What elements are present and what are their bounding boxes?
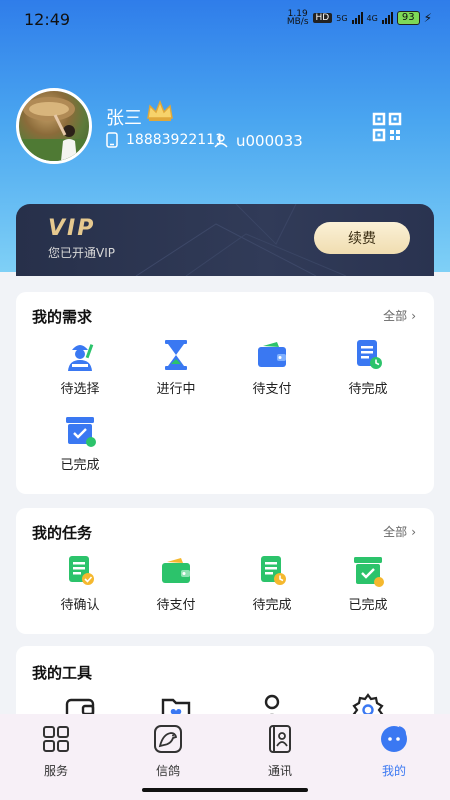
task-item-label: 待支付 — [156, 598, 196, 613]
demand-item-in-progress[interactable]: 进行中 — [124, 338, 228, 397]
phone-number: 18883922111 — [126, 132, 224, 148]
wallet-icon — [255, 338, 289, 372]
document-clock-icon — [351, 338, 385, 372]
demands-view-all-label: 全部 — [383, 309, 408, 323]
signal-4g-label: 4G — [366, 13, 378, 23]
user-icon — [214, 134, 228, 148]
tools-title: 我的工具 — [32, 664, 93, 682]
demand-item-label: 进行中 — [156, 382, 196, 397]
status-indicators: 1.19 MB/s HD 5G 4G 93 ⚡ — [286, 10, 432, 27]
demand-item-pending-pay[interactable]: 待支付 — [220, 338, 324, 397]
status-time: 12:49 — [24, 10, 71, 29]
task-item-pending-pay[interactable]: 待支付 — [124, 554, 228, 613]
tasks-view-all[interactable]: 全部 › — [383, 523, 416, 540]
demand-item-label: 已完成 — [60, 458, 100, 473]
contacts-icon — [269, 725, 291, 753]
user-id: u000033 — [236, 132, 303, 150]
tab-label: 通讯 — [267, 764, 292, 778]
signal-5g-label: 5G — [336, 13, 348, 23]
task-item-label: 已完成 — [348, 598, 388, 613]
demands-title: 我的需求 — [32, 308, 93, 326]
profile-bubble-icon — [381, 726, 407, 752]
chevron-right-icon: › — [411, 524, 416, 539]
tab-contacts[interactable]: 通讯 — [240, 724, 320, 779]
status-bar: 12:49 1.19 MB/s HD 5G 4G 93 ⚡ — [0, 0, 450, 40]
demand-item-pending-complete[interactable]: 待完成 — [316, 338, 420, 397]
task-item-completed[interactable]: 已完成 — [316, 554, 420, 613]
wallet-icon — [159, 554, 193, 588]
phone-row: 18883922111 — [106, 132, 224, 148]
phone-icon — [106, 132, 118, 148]
crown-icon — [146, 99, 174, 126]
tab-pigeon[interactable]: 信鸽 — [128, 724, 208, 779]
vip-card: VIP 您已开通VIP 续费 — [16, 204, 434, 276]
document-check-icon — [63, 554, 97, 588]
user-name: 张三 — [106, 108, 142, 129]
net-speed-unit: MB/s — [286, 17, 309, 27]
tasks-view-all-label: 全部 — [383, 525, 408, 539]
worker-icon — [63, 338, 97, 372]
home-indicator — [142, 788, 308, 792]
uid-row: u000033 — [214, 132, 303, 150]
demands-view-all[interactable]: 全部 › — [383, 307, 416, 324]
qr-code-icon[interactable] — [372, 112, 402, 146]
demands-card: 我的需求 全部 › 待选择 进行中 待支付 待完成 已完成 — [16, 292, 434, 494]
battery-badge: 93 — [396, 11, 420, 25]
task-item-pending-confirm[interactable]: 待确认 — [28, 554, 132, 613]
box-check-icon — [351, 554, 385, 588]
tab-label: 我的 — [381, 764, 406, 778]
renew-button[interactable]: 续费 — [314, 222, 410, 254]
demand-item-label: 待选择 — [60, 382, 100, 397]
task-item-pending-complete[interactable]: 待完成 — [220, 554, 324, 613]
pigeon-icon — [154, 725, 182, 753]
tab-mine[interactable]: 我的 — [354, 724, 434, 779]
hourglass-icon — [159, 338, 193, 372]
charging-icon: ⚡ — [423, 11, 432, 25]
chevron-right-icon: › — [411, 308, 416, 323]
vip-subtitle: 您已开通VIP — [48, 246, 115, 260]
tab-label: 信鸽 — [155, 764, 180, 778]
signal-5g-icon — [351, 12, 363, 24]
tasks-card: 我的任务 全部 › 待确认 待支付 待完成 已完成 — [16, 508, 434, 634]
box-check-icon — [63, 414, 97, 448]
tab-services[interactable]: 服务 — [16, 724, 96, 779]
vip-title: VIP — [48, 216, 96, 241]
tasks-title: 我的任务 — [32, 524, 93, 542]
demand-item-label: 待支付 — [252, 382, 292, 397]
task-item-label: 待确认 — [60, 598, 100, 613]
hd-badge: HD — [312, 13, 333, 23]
avatar[interactable] — [16, 88, 92, 164]
document-clock-icon — [255, 554, 289, 588]
signal-4g-icon — [381, 12, 393, 24]
demand-item-completed[interactable]: 已完成 — [28, 414, 132, 473]
grid-icon — [43, 726, 69, 752]
task-item-label: 待完成 — [252, 598, 292, 613]
demand-item-pending-select[interactable]: 待选择 — [28, 338, 132, 397]
tab-label: 服务 — [43, 764, 68, 778]
demand-item-label: 待完成 — [348, 382, 388, 397]
